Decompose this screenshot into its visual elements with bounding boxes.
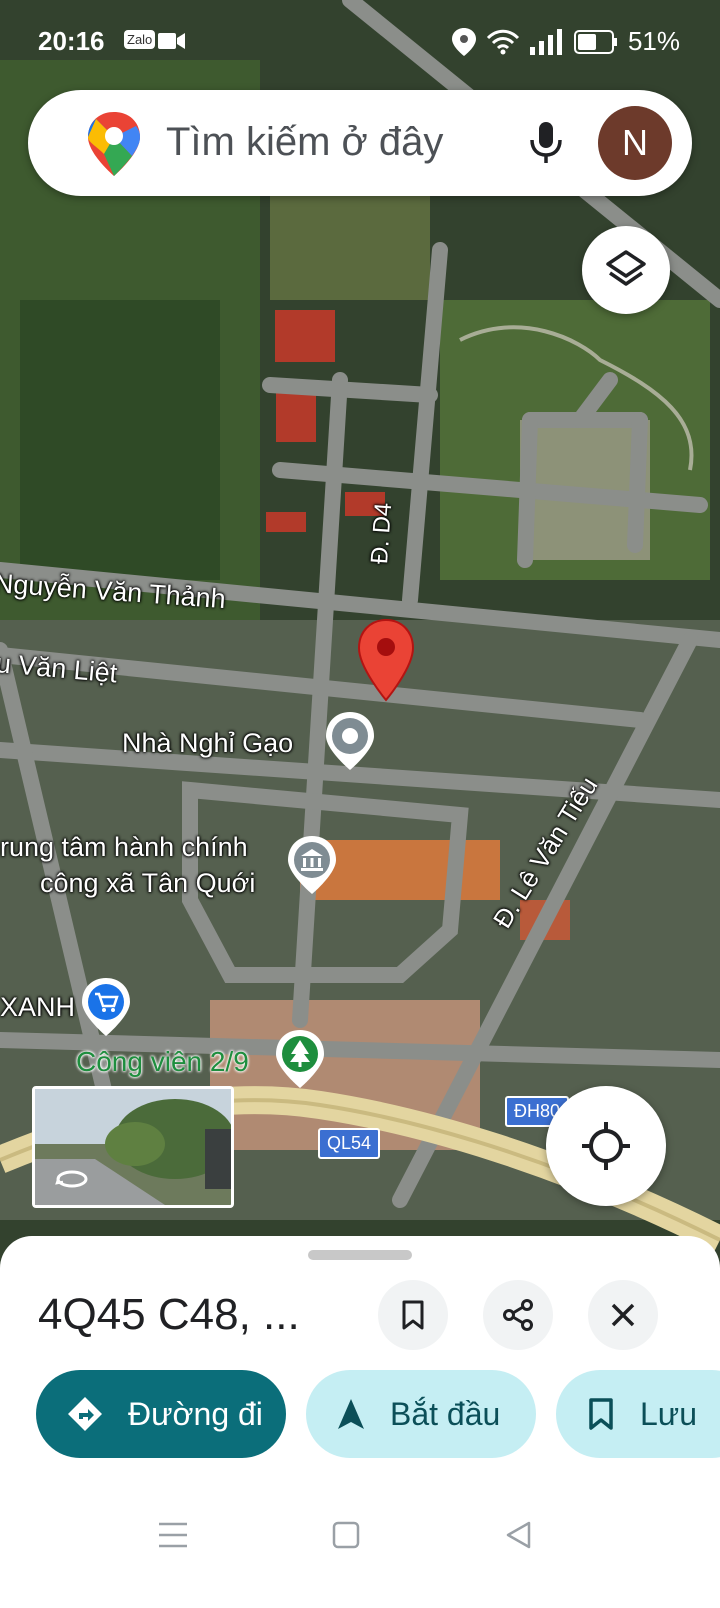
account-avatar[interactable]: N (598, 106, 672, 180)
recents-menu-icon[interactable] (158, 1520, 188, 1550)
navigation-arrow-icon (338, 1399, 364, 1429)
street-view-thumbnail[interactable] (32, 1086, 234, 1208)
save-button[interactable]: Lưu (556, 1370, 720, 1458)
search-bar[interactable]: Tìm kiếm ở đây N (28, 90, 692, 196)
share-icon (503, 1299, 533, 1331)
bookmark-icon (589, 1398, 613, 1430)
search-input[interactable]: Tìm kiếm ở đây (166, 120, 443, 165)
back-triangle-icon[interactable] (504, 1520, 532, 1550)
avatar-letter: N (622, 122, 648, 163)
status-indicators: 51% (451, 26, 680, 57)
google-maps-icon (88, 112, 140, 176)
street-label: Đ. D4 (366, 501, 398, 565)
battery-icon (573, 29, 617, 54)
layers-icon (606, 250, 646, 286)
poi-label[interactable]: Nhà Nghỉ Gạo (122, 728, 293, 759)
park-marker-icon[interactable] (272, 1028, 328, 1090)
bookmark-icon (402, 1300, 424, 1330)
wifi-icon (486, 29, 520, 54)
bookmark-button[interactable] (378, 1280, 448, 1350)
location-icon (451, 27, 476, 56)
status-time: 20:16 (38, 26, 105, 56)
close-button[interactable] (588, 1280, 658, 1350)
zalo-badge: Zalo (124, 30, 156, 49)
layers-button[interactable] (582, 226, 670, 314)
dropped-pin-icon[interactable] (356, 618, 416, 702)
poi-label[interactable]: XANH (0, 992, 75, 1023)
start-button[interactable]: Bắt đầu (306, 1370, 536, 1458)
close-icon (611, 1303, 635, 1327)
status-bar: 20:16 Zalo 51% (0, 0, 720, 80)
directions-button[interactable]: Đường đi (36, 1370, 286, 1458)
drag-handle[interactable] (308, 1250, 412, 1260)
directions-label: Đường đi (128, 1395, 263, 1432)
home-square-icon[interactable] (332, 1520, 360, 1550)
road-shield: QL54 (318, 1128, 381, 1159)
microphone-icon[interactable] (518, 114, 574, 170)
poi-label[interactable]: Công viên 2/9 (76, 1046, 249, 1078)
government-marker-icon[interactable] (284, 834, 340, 896)
place-bottom-sheet[interactable]: 4Q45 C48, ... Đường đi Bắt đầu Lưu (0, 1236, 720, 1608)
share-button[interactable] (483, 1280, 553, 1350)
signal-icon (529, 28, 562, 55)
my-location-button[interactable] (546, 1086, 666, 1206)
poi-label[interactable]: công xã Tân Quới (40, 868, 255, 899)
hotel-marker-icon[interactable] (322, 710, 378, 772)
shopping-cart-marker-icon[interactable] (78, 976, 134, 1038)
start-label: Bắt đầu (390, 1395, 501, 1432)
battery-percent: 51% (627, 26, 680, 56)
poi-label[interactable]: rung tâm hành chính (0, 832, 248, 863)
save-label: Lưu (640, 1395, 698, 1432)
system-navigation-bar (0, 1480, 720, 1608)
crosshair-icon (582, 1122, 630, 1170)
video-icon (158, 33, 185, 49)
directions-icon (68, 1397, 102, 1431)
place-title: 4Q45 C48, ... (38, 1290, 300, 1339)
rotate-360-icon (55, 1170, 88, 1188)
